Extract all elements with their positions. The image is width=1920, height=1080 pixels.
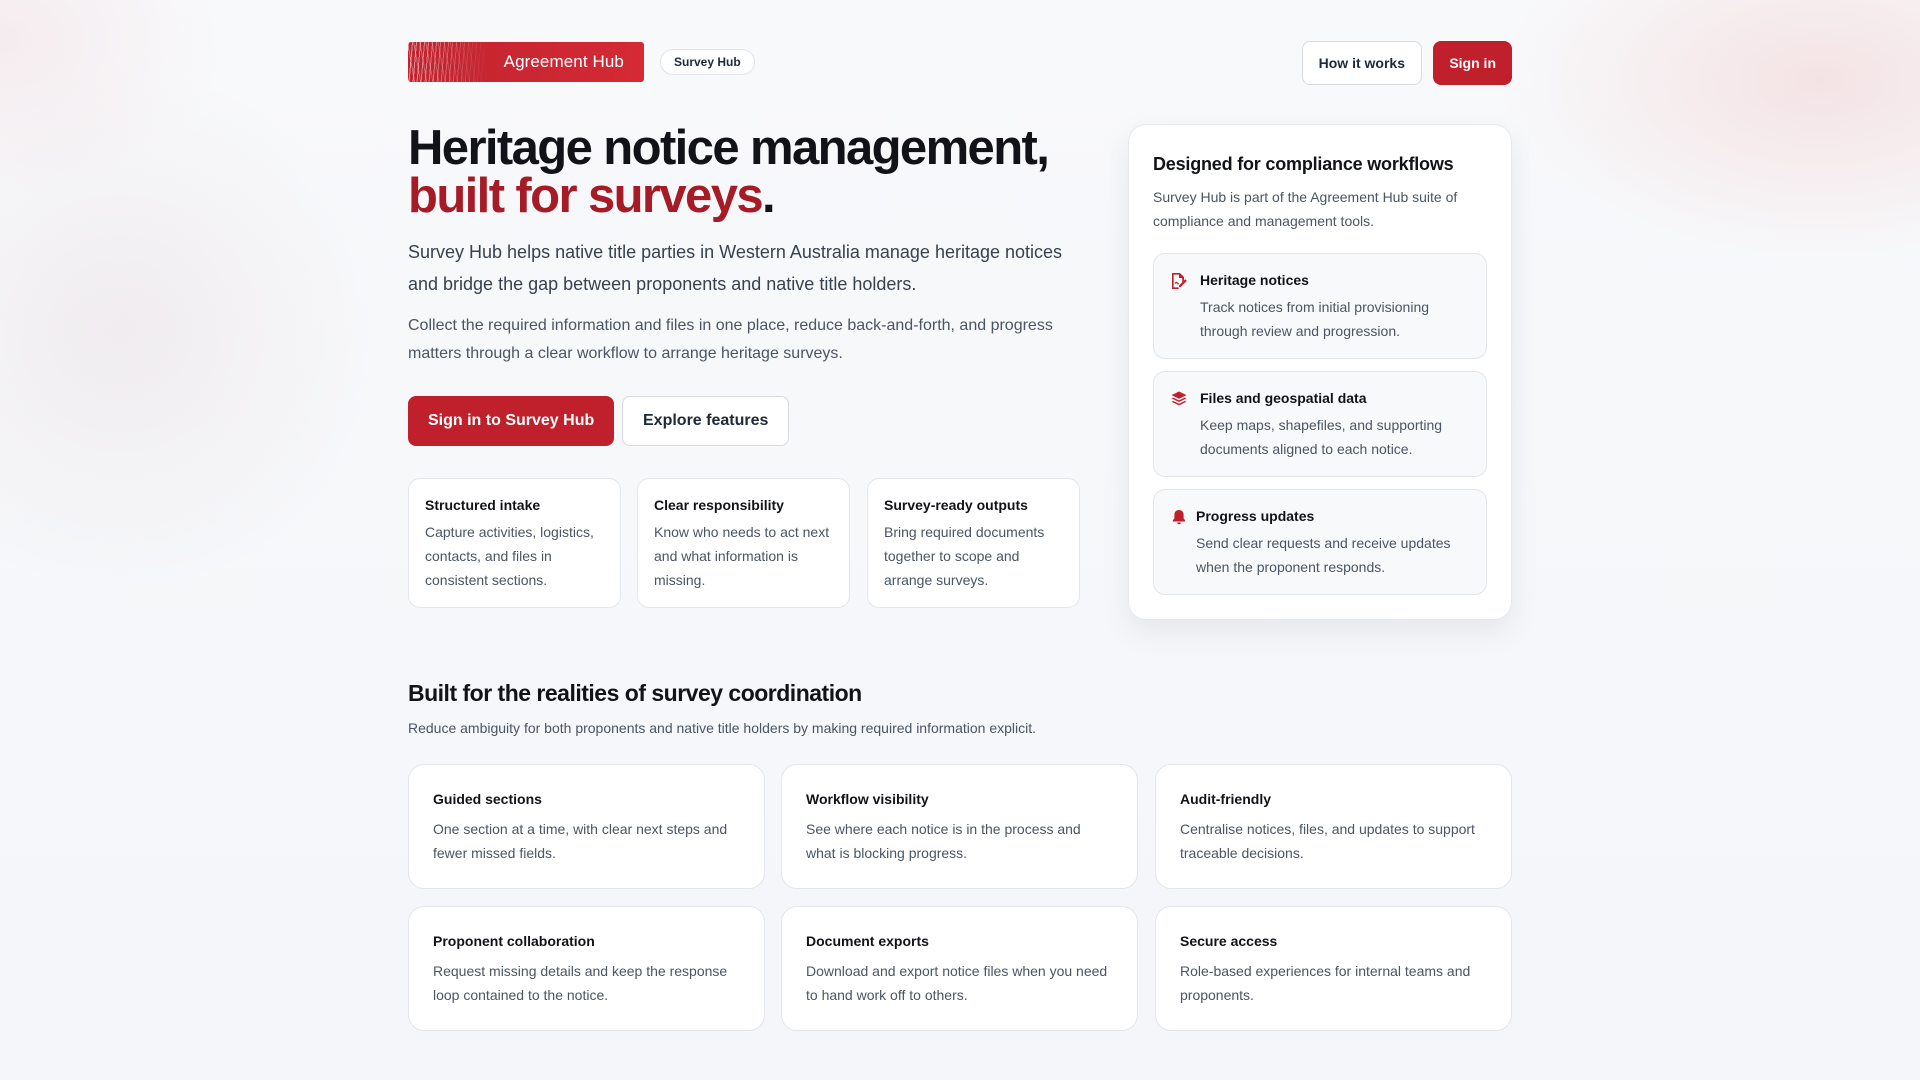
highlight-card: Structured intake Capture activities, lo… [408,478,621,608]
hero-title-period: . [762,169,776,223]
highlight-title: Survey-ready outputs [884,497,1028,513]
top-nav: Agreement Hub Survey Hub How it works Si… [408,41,1512,85]
feature-text: Track notices from initial provisioning … [1200,299,1430,339]
agreement-hub-logo[interactable]: Agreement Hub [408,42,644,82]
feature-card: Guided sections One section at a time, w… [408,764,765,889]
section-subtitle: Reduce ambiguity for both proponents and… [408,720,1037,736]
feature-title: Progress updates [1196,508,1315,524]
how-it-works-button[interactable]: How it works [1301,41,1422,85]
feature-progress-updates: Progress updates Send clear requests and… [1153,489,1487,595]
layers-icon [1170,390,1188,408]
feature-text: Send clear requests and receive updates … [1196,535,1451,575]
feature-card-text: Centralise notices, files, and updates t… [1180,821,1475,861]
highlight-card: Survey-ready outputs Bring required docu… [867,478,1080,608]
panel-title: Designed for compliance workflows [1153,154,1454,174]
feature-card-text: Request missing details and keep the res… [433,963,728,1003]
hero-title-accent: built for surveys [408,169,764,223]
feature-card: Proponent collaboration Request missing … [408,906,765,1031]
highlight-text: Capture activities, logistics, contacts,… [425,524,594,588]
section-title: Built for the realities of survey coordi… [408,680,862,706]
feature-title: Heritage notices [1200,272,1309,288]
feature-card-title: Audit-friendly [1180,791,1271,807]
feature-card-text: See where each notice is in the process … [806,821,1081,861]
explore-features-button[interactable]: Explore features [622,396,790,446]
feature-card-text: Download and export notice files when yo… [806,963,1108,1003]
hero-lead: Survey Hub helps native title parties in… [408,242,1063,294]
hero-body: Collect the required information and fil… [408,317,1053,362]
sign-in-button[interactable]: Sign in [1433,41,1512,85]
highlight-card: Clear responsibility Know who needs to a… [637,478,850,608]
feature-text: Keep maps, shapefiles, and supporting do… [1200,417,1443,457]
highlight-text: Bring required documents together to sco… [884,524,1045,588]
feature-heritage-notices: Heritage notices Track notices from init… [1153,253,1487,359]
highlight-text: Know who needs to act next and what info… [654,524,830,588]
feature-card: Document exports Download and export not… [781,906,1138,1031]
feature-card-title: Workflow visibility [806,791,929,807]
feature-card: Audit-friendly Centralise notices, files… [1155,764,1512,889]
feature-card-text: Role-based experiences for internal team… [1180,963,1471,1003]
feature-card-title: Proponent collaboration [433,933,595,949]
highlight-title: Structured intake [425,497,541,513]
hero-title: Heritage notice management, built for su… [408,121,1088,223]
highlight-title: Clear responsibility [654,497,784,513]
page: Agreement Hub Survey Hub How it works Si… [408,0,1512,1080]
feature-card: Workflow visibility See where each notic… [781,764,1138,889]
feature-card-text: One section at a time, with clear next s… [433,821,728,861]
feature-files-geospatial: Files and geospatial data Keep maps, sha… [1153,371,1487,477]
feature-card-title: Document exports [806,933,929,949]
bell-icon [1170,508,1188,526]
logo-texture [408,42,488,82]
file-signature-icon [1170,272,1188,290]
hero-highlights: Structured intake Capture activities, lo… [408,478,1080,608]
brand-name: Agreement Hub [503,52,624,71]
feature-card-title: Guided sections [433,791,542,807]
feature-card: Secure access Role-based experiences for… [1155,906,1512,1031]
feature-card-title: Secure access [1180,933,1278,949]
feature-title: Files and geospatial data [1200,390,1367,406]
product-badge: Survey Hub [660,49,755,75]
sign-in-survey-hub-button[interactable]: Sign in to Survey Hub [408,396,615,446]
compliance-panel: Designed for compliance workflows Survey… [1128,124,1512,620]
panel-description: Survey Hub is part of the Agreement Hub … [1153,189,1458,229]
hero-title-line1: Heritage notice management, [408,121,1050,175]
